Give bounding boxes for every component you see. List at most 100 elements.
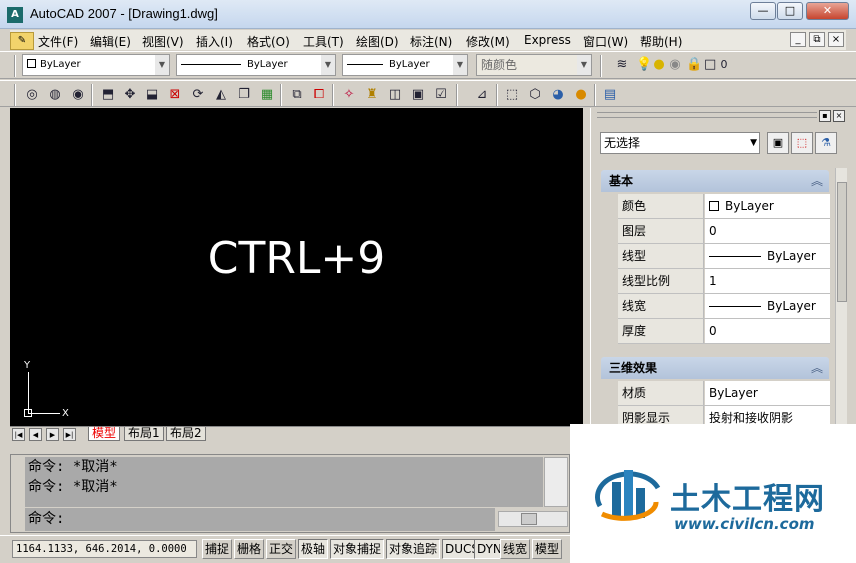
close-window-button[interactable]: ✕ bbox=[806, 2, 849, 20]
section-general[interactable]: 基本 ︽ bbox=[601, 170, 829, 192]
menu-edit[interactable]: 编辑(E) bbox=[90, 33, 131, 50]
command-history-scrollbar[interactable] bbox=[544, 457, 568, 507]
document-restore-button[interactable]: ⧉ bbox=[809, 32, 825, 47]
move-faces-icon[interactable]: ✥ bbox=[120, 85, 140, 105]
property-row-linetype[interactable]: 线型 ByLayer bbox=[618, 244, 830, 269]
polar-toggle[interactable]: 极轴 bbox=[298, 539, 329, 559]
grid-toggle[interactable]: 栅格 bbox=[234, 539, 265, 559]
model-toggle[interactable]: 模型 bbox=[532, 539, 563, 559]
document-minimize-button[interactable]: _ bbox=[790, 32, 806, 47]
property-row-color[interactable]: 颜色 ByLayer bbox=[618, 194, 830, 219]
property-row-material[interactable]: 材质 ByLayer bbox=[618, 381, 830, 406]
minimize-window-button[interactable]: — bbox=[750, 2, 776, 20]
layer-lock-icon[interactable]: 🔒 bbox=[686, 55, 702, 75]
palette-scroll-thumb[interactable] bbox=[837, 182, 847, 302]
render-window-icon[interactable]: ▤ bbox=[600, 85, 620, 105]
property-row-lineweight[interactable]: 线宽 ByLayer bbox=[618, 294, 830, 319]
menu-draw[interactable]: 绘图(D) bbox=[356, 33, 399, 50]
color-combo[interactable]: ByLayer ▼ bbox=[22, 54, 170, 76]
chevron-down-icon[interactable]: ▼ bbox=[750, 133, 757, 153]
offset-faces-icon[interactable]: ⬓ bbox=[142, 85, 162, 105]
select-objects-icon[interactable]: ⬚ bbox=[791, 132, 813, 154]
drawing-canvas[interactable]: CTRL+9 Y X bbox=[10, 108, 583, 426]
otrack-toggle[interactable]: 对象追踪 bbox=[386, 539, 441, 559]
chevron-down-icon[interactable]: ▼ bbox=[577, 55, 591, 75]
copy-edges-icon[interactable]: ⧉ bbox=[287, 85, 307, 105]
property-value[interactable]: ByLayer bbox=[705, 294, 830, 318]
property-value[interactable]: 1 bbox=[705, 269, 830, 293]
layer-on-bulb-icon[interactable]: 💡 bbox=[636, 55, 652, 75]
osnap-toggle[interactable]: 对象捕捉 bbox=[330, 539, 385, 559]
snap-toggle[interactable]: 捕捉 bbox=[202, 539, 233, 559]
union-icon[interactable]: ◎ bbox=[22, 85, 42, 105]
tab-layout2[interactable]: 布局2 bbox=[166, 427, 206, 441]
collapse-icon[interactable]: ︽ bbox=[811, 357, 823, 379]
layer-freeze-sun-icon[interactable]: ● bbox=[652, 55, 666, 75]
palette-grip[interactable] bbox=[597, 112, 817, 118]
property-value[interactable]: ByLayer bbox=[705, 381, 830, 405]
property-row-thickness[interactable]: 厚度 0 bbox=[618, 319, 830, 344]
menu-modify[interactable]: 修改(M) bbox=[466, 33, 510, 50]
maximize-window-button[interactable]: □ bbox=[777, 2, 803, 20]
wedge-icon[interactable]: ⬡ bbox=[525, 85, 545, 105]
clean-icon[interactable]: ♜ bbox=[362, 85, 382, 105]
autocad-app-icon[interactable]: A bbox=[7, 7, 23, 23]
property-value[interactable]: ByLayer bbox=[705, 244, 830, 268]
shell-icon[interactable]: ▣ bbox=[408, 85, 428, 105]
taper-faces-icon[interactable]: ◭ bbox=[211, 85, 231, 105]
delete-faces-icon[interactable]: ⊠ bbox=[165, 85, 185, 105]
menu-format[interactable]: 格式(O) bbox=[247, 33, 290, 50]
extrude-faces-icon[interactable]: ⬒ bbox=[98, 85, 118, 105]
imprint-icon[interactable]: ✧ bbox=[339, 85, 359, 105]
copy-faces-icon[interactable]: ❐ bbox=[234, 85, 254, 105]
menu-express[interactable]: Express bbox=[524, 33, 571, 47]
property-row-layer[interactable]: 图层 0 bbox=[618, 219, 830, 244]
property-row-linetype-scale[interactable]: 线型比例 1 bbox=[618, 269, 830, 294]
command-input[interactable]: 命令: bbox=[25, 508, 495, 531]
toggle-pickadd-icon[interactable]: ▣ bbox=[767, 132, 789, 154]
property-value[interactable]: 0 bbox=[705, 319, 830, 343]
lineweight-toggle[interactable]: 线宽 bbox=[500, 539, 531, 559]
subtract-icon[interactable]: ◍ bbox=[45, 85, 65, 105]
check-icon[interactable]: ☑ bbox=[431, 85, 451, 105]
menu-bar-grip-icon[interactable]: ✎ bbox=[10, 32, 34, 50]
menu-insert[interactable]: 插入(I) bbox=[196, 33, 233, 50]
layer-viewport-freeze-icon[interactable]: ◉ bbox=[668, 55, 682, 75]
menu-dimension[interactable]: 标注(N) bbox=[410, 33, 452, 50]
linetype-combo[interactable]: ByLayer ▼ bbox=[176, 54, 336, 76]
property-value[interactable]: ByLayer bbox=[705, 194, 830, 218]
menu-window[interactable]: 窗口(W) bbox=[583, 33, 628, 50]
rotate-faces-icon[interactable]: ⟳ bbox=[188, 85, 208, 105]
palette-autohide-icon[interactable]: ▪ bbox=[819, 110, 831, 122]
plotstyle-combo[interactable]: 随颜色 ▼ bbox=[476, 54, 592, 76]
render-sphere-icon[interactable]: ● bbox=[571, 85, 591, 105]
menu-file[interactable]: 文件(F) bbox=[38, 33, 78, 50]
menu-tools[interactable]: 工具(T) bbox=[303, 33, 344, 50]
ortho-toggle[interactable]: 正交 bbox=[266, 539, 297, 559]
tab-layout1[interactable]: 布局1 bbox=[124, 427, 164, 441]
current-layer-value[interactable]: 0 bbox=[718, 55, 730, 75]
color-edges-icon[interactable]: ⧠ bbox=[309, 85, 329, 105]
quick-select-icon[interactable]: ⚗ bbox=[815, 132, 837, 154]
palette-scrollbar[interactable] bbox=[835, 168, 847, 438]
lineweight-combo[interactable]: ByLayer ▼ bbox=[342, 54, 468, 76]
intersect-icon[interactable]: ◉ bbox=[68, 85, 88, 105]
coordinate-readout[interactable]: 1164.1133, 646.2014, 0.0000 bbox=[12, 540, 197, 558]
first-tab-button[interactable]: |◀ bbox=[12, 428, 25, 441]
selection-combo[interactable]: 无选择 ▼ bbox=[600, 132, 760, 154]
globe-icon[interactable]: ◕ bbox=[548, 85, 568, 105]
section-3d-visualization[interactable]: 三维效果 ︽ bbox=[601, 357, 829, 379]
command-scroll-thumb[interactable] bbox=[521, 513, 537, 525]
tab-model[interactable]: 模型 bbox=[88, 427, 121, 441]
box-icon[interactable]: ⬚ bbox=[502, 85, 522, 105]
collapse-icon[interactable]: ︽ bbox=[811, 170, 823, 192]
palette-close-icon[interactable]: × bbox=[833, 110, 845, 122]
layer-manager-icon[interactable]: ≋ bbox=[612, 55, 632, 75]
previous-tab-button[interactable]: ◀ bbox=[29, 428, 42, 441]
chevron-down-icon[interactable]: ▼ bbox=[453, 55, 467, 75]
command-horizontal-scrollbar[interactable] bbox=[498, 511, 568, 527]
property-value[interactable]: 0 bbox=[705, 219, 830, 243]
ucs-icon[interactable]: ⊿ bbox=[472, 85, 492, 105]
menu-view[interactable]: 视图(V) bbox=[142, 33, 184, 50]
chevron-down-icon[interactable]: ▼ bbox=[155, 55, 169, 75]
